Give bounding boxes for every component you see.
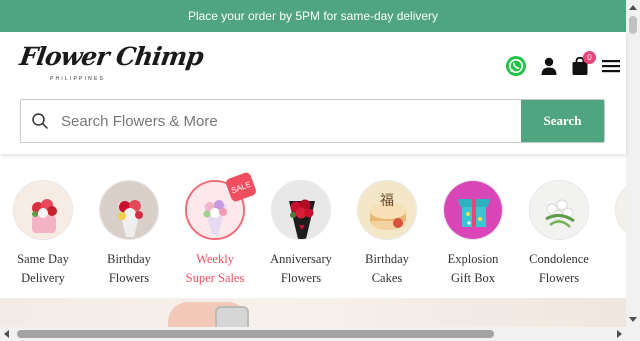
category-anniversary-flowers[interactable]: Anniversary Flowers	[258, 180, 344, 288]
search-bar: Search	[20, 99, 605, 143]
anniversary-flowers-image	[271, 180, 331, 240]
promo-banner: Place your order by 5PM for same-day del…	[0, 0, 626, 32]
birthday-flowers-image	[99, 180, 159, 240]
scroll-up-arrow-icon[interactable]	[629, 5, 637, 10]
category-partial[interactable]: Su	[602, 180, 626, 269]
horizontal-scroll-thumb[interactable]	[17, 330, 494, 338]
vertical-scrollbar[interactable]	[626, 0, 640, 327]
user-icon[interactable]	[537, 54, 561, 78]
partial-category-image	[615, 180, 626, 240]
category-weekly-super-sales[interactable]: SALE Weekly Super Sales	[172, 171, 258, 288]
category-label: Su	[602, 250, 626, 269]
search-button[interactable]: Search	[521, 100, 604, 142]
site-header: Flower Chimp PHILIPPINES 0 Search Flower…	[0, 32, 626, 154]
scroll-down-arrow-icon[interactable]	[629, 317, 637, 322]
explosion-gift-box-image	[443, 180, 503, 240]
category-label: Explosion Gift Box	[447, 252, 499, 285]
logo-wordmark: Flower Chimp	[17, 42, 205, 71]
shopping-bag-icon[interactable]: 0	[568, 51, 596, 78]
category-label: Birthday Cakes	[365, 252, 409, 285]
category-label: Condolence Flowers	[529, 252, 589, 285]
category-same-day-delivery[interactable]: Same Day Delivery	[0, 180, 86, 288]
category-explosion-gift-box[interactable]: Explosion Gift Box	[430, 180, 516, 288]
search-input[interactable]	[61, 100, 521, 142]
category-condolence-flowers[interactable]: Condolence Flowers	[516, 180, 602, 288]
scroll-right-arrow-icon[interactable]	[617, 330, 622, 338]
hamburger-menu-icon[interactable]	[599, 54, 623, 78]
category-birthday-flowers[interactable]: Birthday Flowers	[86, 180, 172, 288]
same-day-delivery-image	[13, 180, 73, 240]
scroll-left-arrow-icon[interactable]	[4, 330, 9, 338]
category-label: Same Day Delivery	[17, 252, 69, 285]
category-label: Birthday Flowers	[107, 252, 151, 285]
vertical-scroll-thumb[interactable]	[629, 16, 637, 34]
category-label: Weekly Super Sales	[185, 252, 245, 285]
promo-text: Place your order by 5PM for same-day del…	[187, 9, 439, 23]
category-birthday-cakes[interactable]: 福 Birthday Cakes	[344, 180, 430, 288]
category-carousel: Same DayDelivery BirthdayFlowers SALE	[0, 154, 626, 298]
category-label: Anniversary Flowers	[270, 252, 332, 285]
whatsapp-icon[interactable]	[504, 54, 528, 78]
svg-text:福: 福	[380, 193, 394, 209]
logo-country: PHILIPPINES	[50, 76, 106, 82]
birthday-cakes-image: 福	[357, 180, 417, 240]
horizontal-scrollbar[interactable]	[0, 327, 640, 341]
page: Place your order by 5PM for same-day del…	[0, 0, 640, 341]
flower-chimp-logo[interactable]: Flower Chimp PHILIPPINES	[18, 42, 205, 88]
condolence-flowers-image	[529, 180, 589, 240]
search-icon	[31, 112, 49, 130]
cart-count-badge: 0	[583, 51, 596, 64]
